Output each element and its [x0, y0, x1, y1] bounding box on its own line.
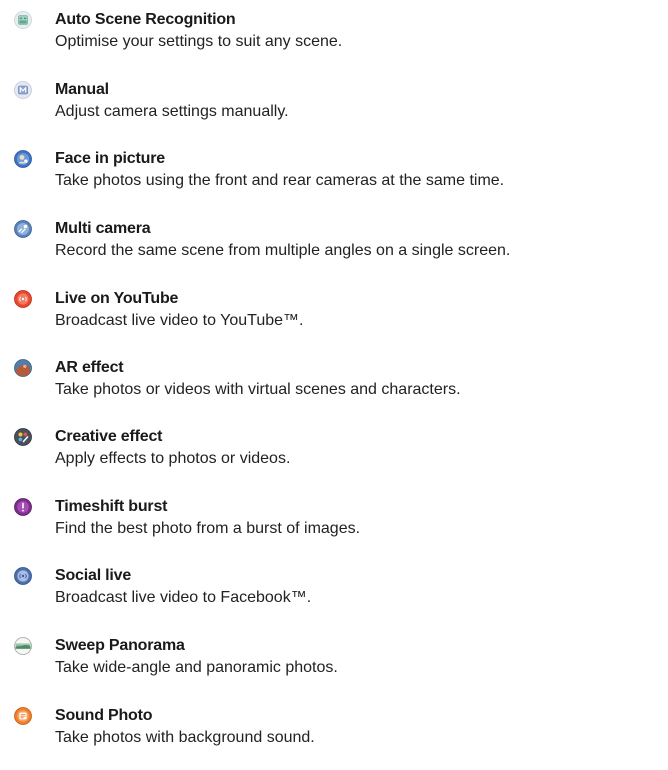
mode-title: Auto Scene Recognition — [55, 11, 236, 28]
mode-description: Take photos or videos with virtual scene… — [55, 381, 461, 398]
mode-description: Apply effects to photos or videos. — [55, 450, 291, 467]
social-live-icon — [14, 567, 32, 585]
mode-description: Adjust camera settings manually. — [55, 103, 289, 120]
list-item-sweep-panorama: Sweep Panorama Take wide-angle and panor… — [0, 636, 668, 700]
list-item-manual: Manual Adjust camera settings manually. — [0, 80, 668, 144]
mode-description: Take photos with background sound. — [55, 729, 315, 746]
mode-title: Multi camera — [55, 220, 151, 237]
mode-description: Broadcast live video to YouTube™. — [55, 312, 304, 329]
list-item-multi-camera: Multi camera Record the same scene from … — [0, 219, 668, 283]
list-item-face-in-picture: Face in picture Take photos using the fr… — [0, 149, 668, 213]
list-item-social-live: Social live Broadcast live video to Face… — [0, 566, 668, 630]
list-item-ar-effect: AR effect Take photos or videos with vir… — [0, 358, 668, 422]
list-item-timeshift-burst: Timeshift burst Find the best photo from… — [0, 497, 668, 561]
sound-photo-icon — [14, 707, 32, 725]
mode-title: AR effect — [55, 359, 124, 376]
mode-description: Take photos using the front and rear cam… — [55, 172, 505, 189]
timeshift-burst-icon — [14, 498, 32, 516]
list-item-auto-scene-recognition: Auto Scene Recognition Optimise your set… — [0, 10, 668, 74]
list-item-sound-photo: Sound Photo Take photos with background … — [0, 706, 668, 770]
mode-title: Manual — [55, 81, 109, 98]
mode-description: Broadcast live video to Facebook™. — [55, 589, 312, 606]
mode-title: Sweep Panorama — [55, 637, 185, 654]
mode-description: Optimise your settings to suit any scene… — [55, 33, 343, 50]
mode-description: Take wide-angle and panoramic photos. — [55, 659, 338, 676]
live-youtube-icon — [14, 290, 32, 308]
mode-title: Social live — [55, 567, 132, 584]
mode-title: Creative effect — [55, 428, 163, 445]
scene-recognition-icon — [14, 11, 32, 29]
mode-description: Record the same scene from multiple angl… — [55, 242, 511, 259]
creative-effect-icon — [14, 428, 32, 446]
mode-title: Face in picture — [55, 150, 165, 167]
sweep-panorama-icon — [14, 637, 32, 655]
mode-title: Live on YouTube — [55, 290, 179, 307]
mode-title: Timeshift burst — [55, 498, 168, 515]
manual-mode-icon — [14, 81, 32, 99]
list-item-creative-effect: Creative effect Apply effects to photos … — [0, 427, 668, 491]
list-item-live-on-youtube: Live on YouTube Broadcast live video to … — [0, 289, 668, 353]
ar-effect-icon — [14, 359, 32, 377]
mode-title: Sound Photo — [55, 707, 153, 724]
face-in-picture-icon — [14, 150, 32, 168]
camera-modes-list: Auto Scene Recognition Optimise your set… — [0, 0, 668, 754]
multi-camera-icon — [14, 220, 32, 238]
mode-description: Find the best photo from a burst of imag… — [55, 520, 361, 537]
